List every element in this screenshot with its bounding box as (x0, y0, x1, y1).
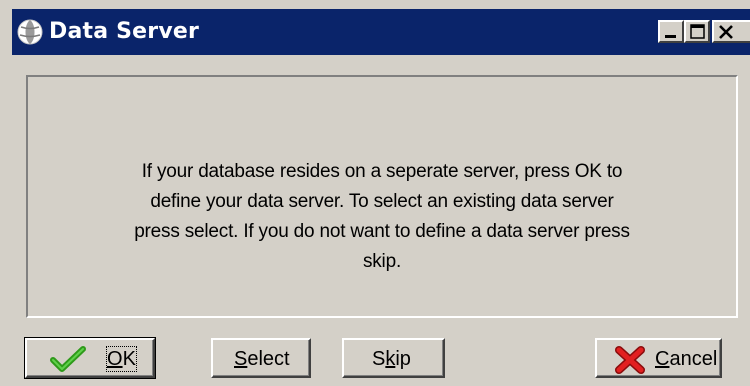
ok-button-label: OK (106, 346, 137, 372)
ok-button[interactable]: OK (24, 337, 156, 379)
checkmark-icon (49, 345, 89, 379)
message-panel: If your database resides on a seperate s… (26, 75, 738, 318)
close-icon (719, 25, 733, 39)
message-line: If your database resides on a seperate s… (141, 161, 623, 182)
maximize-icon (690, 24, 705, 39)
minimize-button[interactable] (658, 20, 684, 43)
cancel-button-label: Cancel (655, 348, 718, 370)
message-line: skip. (362, 251, 402, 272)
skip-button[interactable]: Skip (342, 338, 445, 378)
select-button[interactable]: Select (211, 338, 311, 378)
maximize-button[interactable] (684, 20, 710, 43)
minimize-icon (665, 35, 676, 38)
message-text: If your database resides on a seperate s… (42, 157, 722, 277)
select-button-label: Select (234, 348, 290, 370)
dialog-body: If your database resides on a seperate s… (12, 55, 750, 386)
title-bar[interactable]: Data Server (12, 9, 750, 55)
globe-icon (16, 18, 44, 46)
skip-button-label: Skip (372, 348, 411, 370)
message-line: press select. If you do not want to defi… (134, 221, 630, 242)
message-line: define your data server. To select an ex… (150, 191, 614, 212)
red-x-icon (614, 345, 648, 381)
close-button[interactable] (712, 20, 750, 43)
window-title: Data Server (49, 19, 200, 44)
cancel-button[interactable]: Cancel (595, 338, 722, 378)
data-server-dialog: Data Server If your database resides on … (0, 0, 750, 386)
